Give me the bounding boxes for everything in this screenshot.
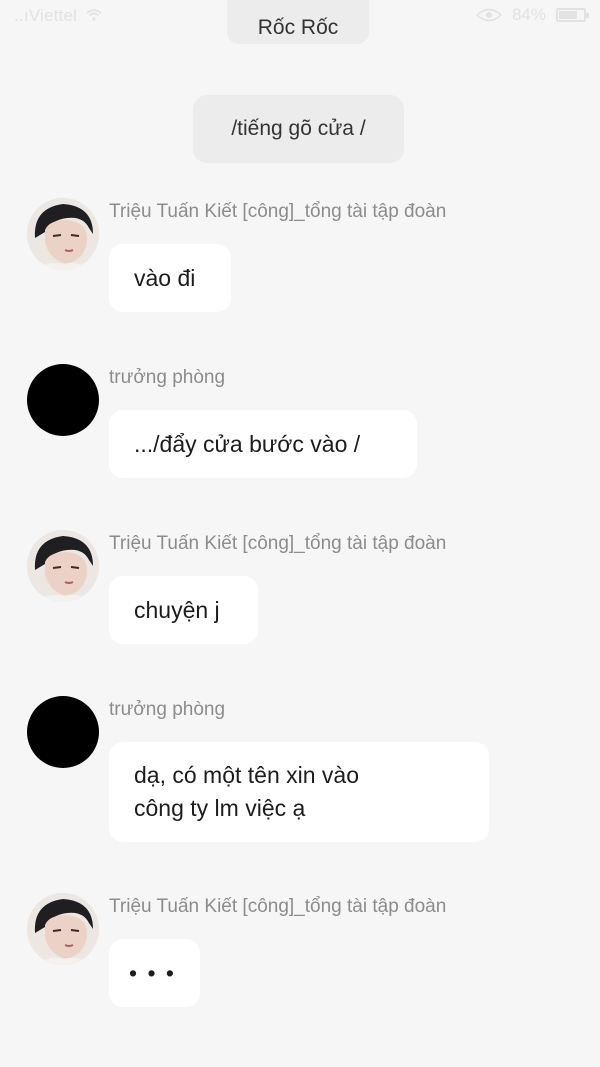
battery-tip xyxy=(586,13,589,18)
sender-name: trưởng phòng xyxy=(109,367,226,388)
message-bubble[interactable]: • • • xyxy=(109,939,200,1007)
sender-name: trưởng phòng xyxy=(109,699,226,720)
chat-title: Rốc Rốc xyxy=(257,16,339,39)
battery-icon xyxy=(556,8,589,22)
sender-name: Triệu Tuấn Kiết [công]_tổng tài tập đoàn xyxy=(109,896,447,917)
avatar[interactable] xyxy=(27,696,99,768)
message-bubble[interactable]: dạ, có một tên xin vào công ty lm việc ạ xyxy=(109,742,489,842)
avatar[interactable] xyxy=(27,198,99,270)
wifi-icon xyxy=(86,9,102,21)
battery-fill xyxy=(559,11,577,19)
character-portrait-icon xyxy=(27,530,99,602)
character-portrait-icon xyxy=(27,893,99,965)
chat-title-pill: Rốc Rốc xyxy=(227,0,369,44)
character-portrait-icon xyxy=(27,198,99,270)
message-bubble[interactable]: .../đẩy cửa bước vào / xyxy=(109,410,417,478)
narration-note: /tiếng gõ cửa / xyxy=(193,95,404,163)
carrier-area: ..ıViettel xyxy=(14,6,102,26)
battery-percent: 84% xyxy=(511,5,546,24)
narration-text: /tiếng gõ cửa / xyxy=(231,117,366,140)
carrier-label: ..ıViettel xyxy=(14,6,78,25)
status-indicators: 84% xyxy=(475,5,589,25)
message-bubble[interactable]: vào đi xyxy=(109,244,231,312)
avatar[interactable] xyxy=(27,364,99,436)
sender-name: Triệu Tuấn Kiết [công]_tổng tài tập đoàn xyxy=(109,201,447,222)
eye-icon xyxy=(475,8,502,22)
avatar[interactable] xyxy=(27,893,99,965)
sender-name: Triệu Tuấn Kiết [công]_tổng tài tập đoàn xyxy=(109,533,447,554)
avatar[interactable] xyxy=(27,530,99,602)
message-bubble[interactable]: chuyện j xyxy=(109,576,258,644)
